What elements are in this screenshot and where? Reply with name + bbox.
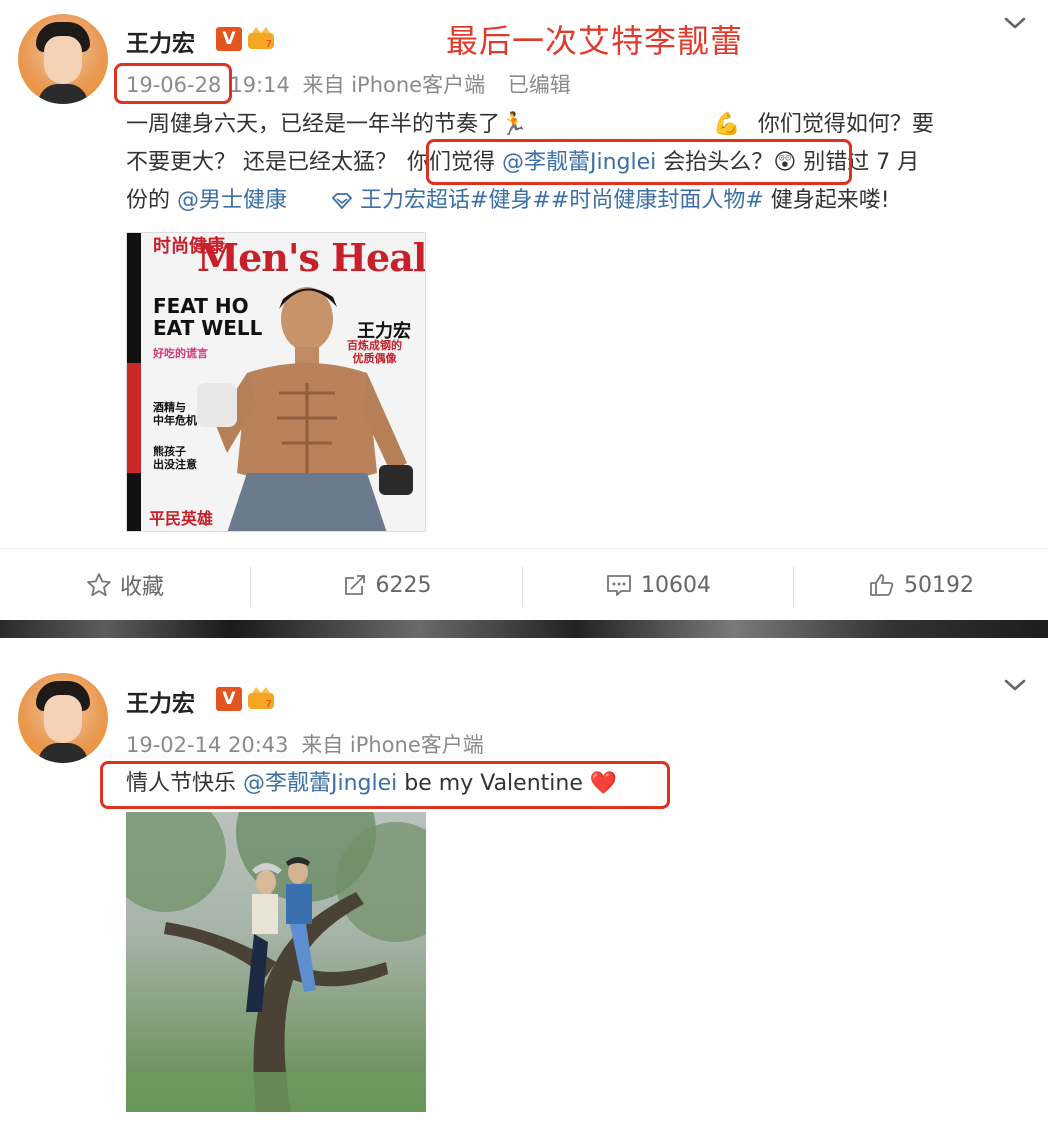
crown-level-icon: 7 — [248, 687, 274, 710]
thumbs-up-icon — [870, 574, 894, 596]
like-button[interactable]: 50192 — [794, 549, 1048, 621]
post-image-magazine-cover[interactable]: 时尚健康 Men's Health FEAT HO EAT WELL 好吃的谎言… — [126, 232, 426, 532]
share-icon — [344, 575, 365, 595]
verified-badge-icon: V — [216, 687, 242, 711]
chevron-down-icon[interactable] — [1002, 10, 1028, 36]
tree-photo-art — [126, 812, 426, 1112]
action-bar: 收藏 6225 10604 50192 — [0, 548, 1048, 620]
verified-badge-icon: V — [216, 27, 242, 51]
comment-icon — [607, 575, 631, 596]
text-segment: 份的 — [126, 188, 171, 213]
separator-photo-band — [0, 620, 1048, 638]
text-segment: 不要更大？ 还是已经太猛？ — [126, 150, 397, 175]
edited-label[interactable]: 已编辑 — [508, 73, 571, 97]
text-segment: 一周健身六天，已经是一年半的节奏了 — [126, 112, 501, 137]
weibo-post-1: 王力宏 V 7 最后一次艾特李靓蕾 19-06-28 19:14 来自 iPhon… — [0, 0, 1048, 620]
username[interactable]: 王力宏 — [126, 684, 195, 718]
comment-button[interactable]: 10604 — [523, 549, 793, 621]
topic-text[interactable]: 王力宏超话#健身##时尚健康封面人物# — [360, 188, 764, 213]
repost-count: 6225 — [375, 572, 432, 598]
annotation-box-date — [114, 63, 232, 104]
post-meta: 19-02-14 20:43 来自 iPhone客户端 — [126, 729, 490, 759]
weibo-post-2: 王力宏 V 7 19-02-14 20:43 来自 iPhone客户端 情人节快… — [0, 655, 1048, 1122]
post-image-tree-photo[interactable] — [126, 812, 426, 1112]
repost-button[interactable]: 6225 — [251, 549, 522, 621]
post-source: 来自 iPhone客户端 — [301, 733, 484, 757]
svg-text:7: 7 — [266, 699, 272, 710]
annotation-box-valentine — [100, 761, 670, 809]
like-count: 50192 — [904, 572, 974, 598]
user-avatar[interactable] — [18, 673, 108, 763]
diamond-topic-icon — [331, 193, 353, 210]
user-avatar[interactable] — [18, 14, 108, 104]
cover-figure — [197, 287, 413, 531]
annotation-title: 最后一次艾特李靓蕾 — [446, 22, 744, 60]
mention-link-menshealth[interactable]: @男士健康 — [177, 188, 287, 213]
favorite-button[interactable]: 收藏 — [0, 549, 250, 621]
text-segment: 你们觉得如何？要 — [757, 112, 934, 137]
svg-text:7: 7 — [266, 39, 272, 50]
super-topic-link[interactable]: 王力宏超话#健身##时尚健康封面人物# — [331, 188, 771, 213]
post-datetime[interactable]: 19-02-14 20:43 — [126, 733, 289, 757]
comment-count: 10604 — [641, 572, 711, 598]
favorite-label: 收藏 — [119, 575, 164, 600]
text-segment: 健身起来喽! — [770, 188, 890, 213]
crown-level-icon: 7 — [248, 27, 274, 50]
post-source: 来自 iPhone客户端 — [302, 73, 486, 97]
annotation-box-mention — [426, 139, 852, 185]
username[interactable]: 王力宏 — [126, 24, 195, 58]
chevron-down-icon[interactable] — [1002, 672, 1028, 698]
star-icon — [87, 573, 111, 597]
post-time: 19:14 — [229, 73, 290, 97]
